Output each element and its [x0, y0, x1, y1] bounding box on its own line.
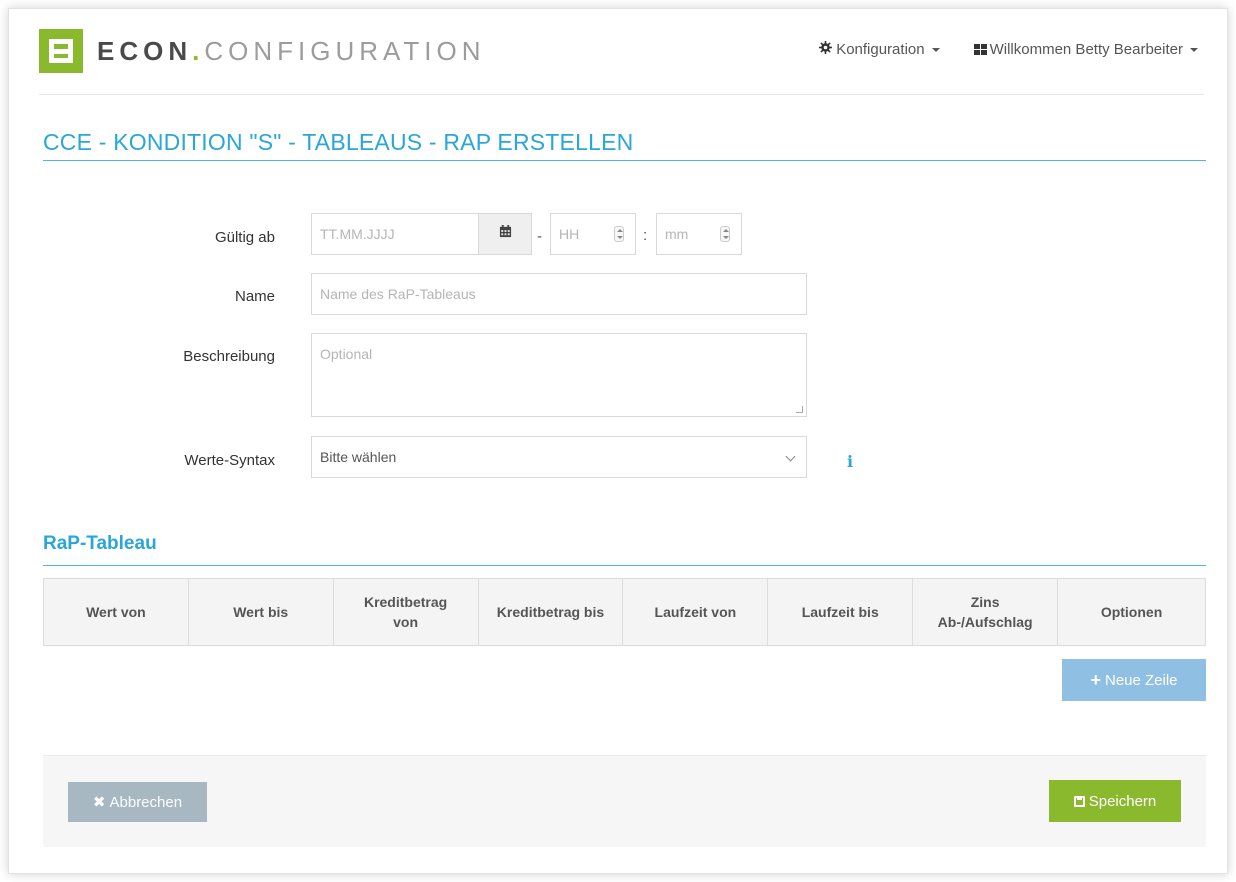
- close-icon: ✖: [92, 794, 106, 811]
- rap-section-divider: [43, 565, 1206, 566]
- col-header-zins-aufschlag: Zins Ab-/Aufschlag: [912, 578, 1059, 646]
- rap-table: Wert von Wert bis Kreditbetrag von Kredit…: [43, 578, 1206, 646]
- description-textarea[interactable]: Optional: [311, 333, 807, 417]
- valid-from-label: Gültig ab: [214, 229, 275, 246]
- plus-icon: +: [1090, 669, 1101, 690]
- navbar-menu: Konfiguration Willkommen Betty Bearbeite…: [785, 41, 1198, 58]
- chevron-down-icon: [785, 451, 796, 462]
- minute-input[interactable]: mm: [656, 213, 742, 255]
- hour-placeholder: HH: [559, 226, 580, 242]
- col-header-wert-bis: Wert bis: [187, 578, 334, 646]
- hour-input[interactable]: HH: [550, 213, 636, 255]
- syntax-label: Werte-Syntax: [184, 452, 275, 469]
- save-button[interactable]: Speichern: [1049, 780, 1181, 822]
- date-input[interactable]: TT.MM.JJJJ: [311, 213, 479, 255]
- syntax-selected-value: Bitte wählen: [320, 449, 397, 465]
- col-header-kreditbetrag-von: Kreditbetrag von: [332, 578, 479, 646]
- new-row-label: Neue Zeile: [1104, 671, 1178, 689]
- caret-down-icon: [1190, 47, 1198, 52]
- brand-dot: .: [192, 35, 205, 66]
- new-row-button[interactable]: + Neue Zeile: [1062, 659, 1206, 701]
- logo-mark-icon: [39, 29, 83, 73]
- cancel-label: Abbrechen: [109, 793, 183, 811]
- col-header-laufzeit-von: Laufzeit von: [622, 578, 769, 646]
- hour-spinner-icon[interactable]: [614, 226, 624, 242]
- col-header-wert-von: Wert von: [43, 578, 189, 646]
- grid-icon: [973, 44, 987, 55]
- col-header-kreditbetrag-bis: Kreditbetrag bis: [477, 578, 624, 646]
- brand-logo[interactable]: ECON.CONFIGURATION: [39, 29, 486, 73]
- name-input[interactable]: Name des RaP-Tableaus: [311, 273, 807, 315]
- calendar-icon: [499, 225, 512, 243]
- date-time-dash: -: [537, 228, 542, 245]
- app-window: ECON.CONFIGURATION Konfiguration Willkom…: [8, 8, 1228, 874]
- minute-placeholder: mm: [665, 226, 689, 242]
- brand-wordmark: ECON.CONFIGURATION: [97, 36, 486, 67]
- resize-grip-icon[interactable]: [796, 406, 803, 413]
- top-navbar: ECON.CONFIGURATION Konfiguration Willkom…: [39, 9, 1204, 95]
- calendar-button[interactable]: [478, 213, 532, 255]
- page-title: CCE - KONDITION "S" - TABLEAUS - RAP ERS…: [43, 129, 634, 155]
- rap-section-title: RaP-Tableau: [43, 533, 157, 554]
- col-header-laufzeit-bis: Laufzeit bis: [767, 578, 914, 646]
- description-placeholder: Optional: [320, 346, 373, 362]
- caret-down-icon: [931, 47, 940, 52]
- minute-spinner-icon[interactable]: [720, 226, 730, 242]
- brand-configuration: CONFIGURATION: [204, 35, 486, 66]
- nav-user-dropdown[interactable]: Willkommen Betty Bearbeiter: [973, 41, 1198, 58]
- time-colon: :: [643, 227, 648, 244]
- title-divider: [43, 160, 1206, 161]
- brand-econ: ECON: [97, 35, 193, 66]
- table-header-row: Wert von Wert bis Kreditbetrag von Kredit…: [43, 578, 1206, 646]
- name-label: Name: [234, 288, 275, 305]
- info-icon[interactable]: i: [847, 452, 853, 471]
- save-label: Speichern: [1088, 792, 1157, 810]
- col-header-optionen: Optionen: [1057, 578, 1206, 646]
- syntax-select[interactable]: Bitte wählen: [311, 436, 807, 478]
- gear-icon: [819, 41, 833, 58]
- nav-konfiguration-dropdown[interactable]: Konfiguration: [819, 41, 940, 58]
- form-actions-bar: ✖ Abbrechen Speichern: [43, 755, 1206, 847]
- description-label: Beschreibung: [183, 348, 275, 365]
- nav-user-label: Willkommen Betty Bearbeiter: [989, 41, 1183, 58]
- save-icon: [1073, 795, 1085, 807]
- nav-konfiguration-label: Konfiguration: [836, 41, 925, 58]
- cancel-button[interactable]: ✖ Abbrechen: [68, 782, 207, 822]
